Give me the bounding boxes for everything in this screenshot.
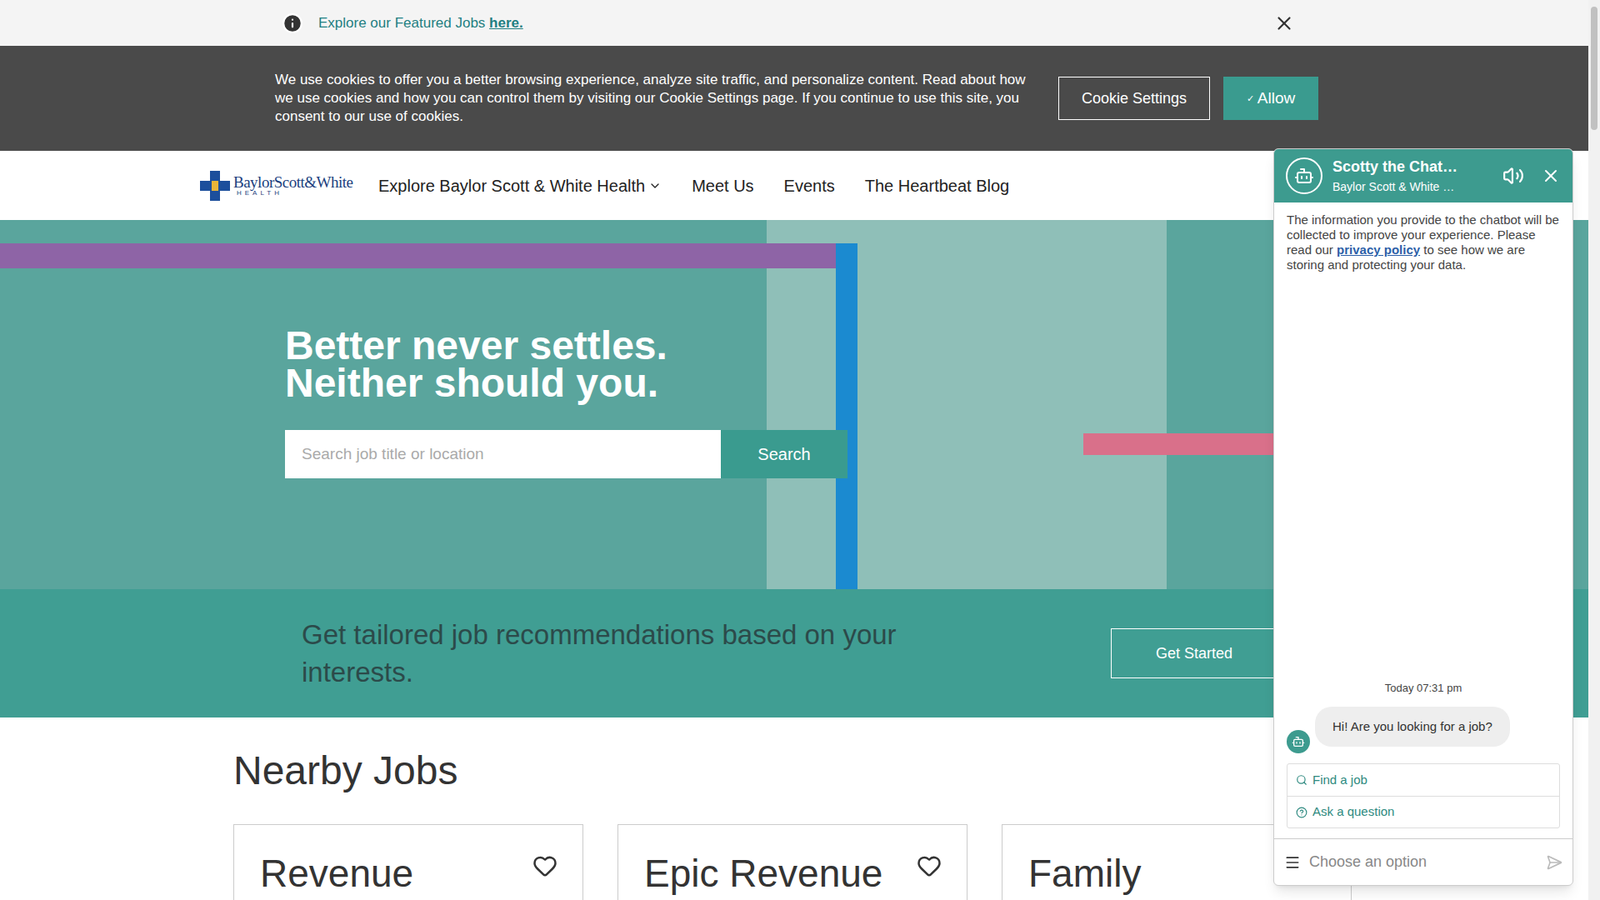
- info-icon: [281, 12, 304, 35]
- message-bubble: Hi! Are you looking for a job?: [1315, 706, 1510, 748]
- chatbot-widget: Scotty the Chat…Baylor Scott & White … Th…: [1273, 148, 1574, 886]
- timestamp: Today 07:31 pm: [1286, 680, 1560, 697]
- search-icon: [1295, 774, 1308, 786]
- nav-menu: Explore Baylor Scott & White Health Meet …: [378, 173, 1010, 199]
- hero-purple-stripe: [0, 243, 836, 269]
- bot-icon: [1294, 165, 1315, 186]
- chatbot-subtitle: Baylor Scott & White …: [1332, 178, 1493, 196]
- bot-avatar-small: [1286, 730, 1310, 754]
- close-chat-icon[interactable]: [1540, 165, 1561, 186]
- job-title: Family: [1028, 850, 1141, 900]
- job-title: Revenue: [260, 850, 414, 900]
- chat-option[interactable]: Ask a question: [1287, 795, 1560, 828]
- heart-icon[interactable]: [532, 853, 558, 879]
- hero-pink-stripe: [1083, 433, 1274, 455]
- nav-item[interactable]: Events: [784, 173, 835, 199]
- cookie-banner: We use cookies to offer you a better bro…: [0, 45, 1589, 151]
- allow-button[interactable]: ✓Allow: [1223, 76, 1319, 120]
- menu-icon[interactable]: [1284, 854, 1301, 871]
- job-card[interactable]: Epic Revenue: [617, 824, 968, 900]
- chat-options: Find a jobAsk a question: [1286, 763, 1560, 829]
- bot-message: Hi! Are you looking for a job?: [1286, 706, 1560, 755]
- privacy-notice: The information you provide to the chatb…: [1286, 212, 1560, 273]
- cookie-settings-button[interactable]: Cookie Settings: [1058, 76, 1210, 120]
- hero-photo: [766, 220, 1167, 590]
- hero-blue-stripe: [835, 243, 858, 590]
- chatbot-header: Scotty the Chat…Baylor Scott & White …: [1274, 149, 1573, 203]
- search-input[interactable]: [285, 430, 721, 479]
- chat-input[interactable]: [1309, 850, 1538, 874]
- volume-icon[interactable]: [1502, 165, 1525, 187]
- logo-sub: HEALTH: [233, 190, 353, 197]
- scrollbar-thumb[interactable]: [1590, 6, 1598, 130]
- nav-item[interactable]: The Heartbeat Blog: [865, 173, 1010, 199]
- chatbot-body: The information you provide to the chatb…: [1274, 202, 1573, 839]
- chat-option[interactable]: Find a job: [1287, 764, 1560, 796]
- recommendations-text: Get tailored job recommendations based o…: [301, 615, 969, 691]
- page: Explore our Featured Jobs here. We use co…: [0, 0, 1600, 900]
- announcement-text: Explore our Featured Jobs here.: [318, 12, 524, 35]
- announcement-link[interactable]: here.: [489, 15, 524, 31]
- get-started-button[interactable]: Get Started: [1110, 628, 1278, 679]
- heart-icon[interactable]: [916, 853, 942, 879]
- logo[interactable]: BaylorScott&WhiteHEALTH: [200, 169, 367, 203]
- cookie-text: We use cookies to offer you a better bro…: [275, 70, 1042, 126]
- job-card[interactable]: Revenue: [233, 824, 584, 900]
- question-icon: [1295, 806, 1308, 819]
- scrollbar[interactable]: [1588, 0, 1600, 900]
- chatbot-title: Scotty the Chat…: [1332, 155, 1493, 179]
- nav-item[interactable]: Explore Baylor Scott & White Health: [378, 173, 662, 199]
- send-icon[interactable]: [1545, 854, 1563, 871]
- privacy-link[interactable]: privacy policy: [1336, 242, 1420, 257]
- search-button[interactable]: Search: [720, 430, 848, 479]
- bot-icon: [1291, 735, 1305, 749]
- chat-input-bar: [1274, 838, 1573, 885]
- job-title: Epic Revenue: [644, 850, 883, 900]
- close-icon[interactable]: [1273, 12, 1295, 35]
- bot-avatar: [1285, 157, 1323, 195]
- nav-item[interactable]: Meet Us: [691, 173, 754, 199]
- cross-logo-icon: [200, 169, 230, 203]
- chevron-down-icon: [648, 179, 662, 193]
- logo-name: BaylorScott&White: [233, 174, 353, 190]
- announcement-bar: Explore our Featured Jobs here.: [0, 0, 1589, 46]
